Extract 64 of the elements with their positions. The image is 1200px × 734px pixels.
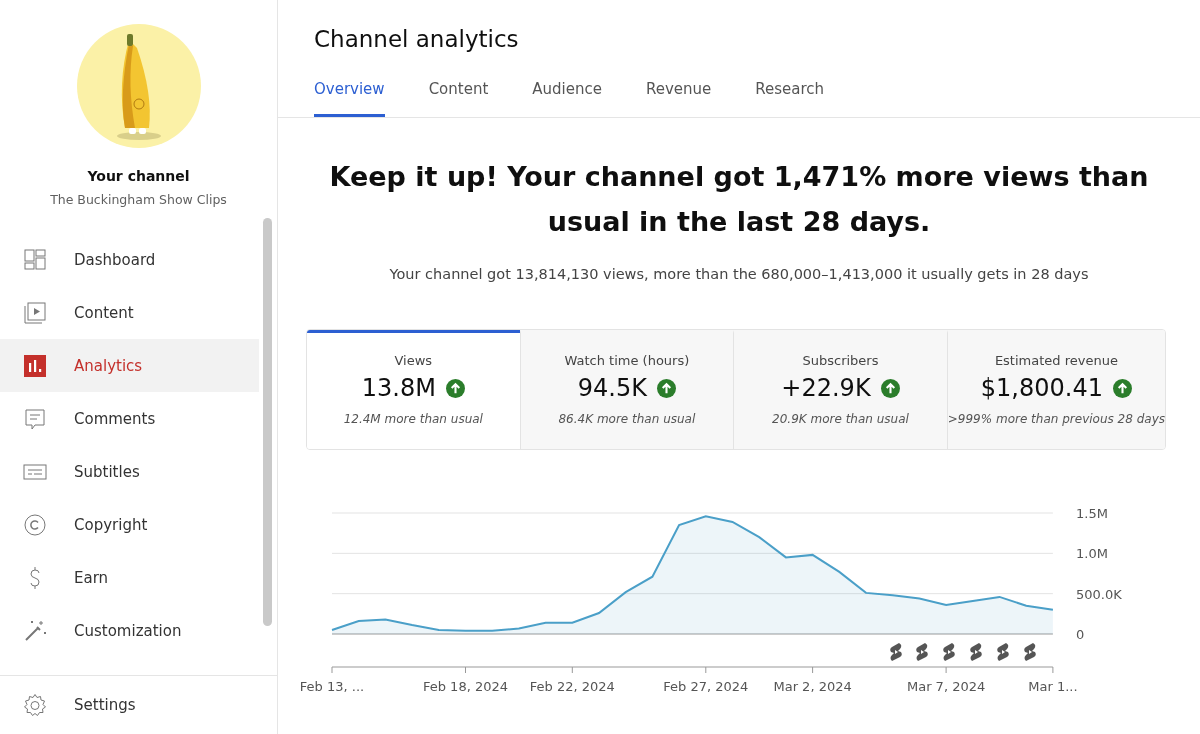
metric-label: Estimated revenue: [994, 353, 1118, 368]
settings-icon: [23, 693, 47, 717]
metric-note: 86.4K more than usual: [558, 412, 696, 426]
sidebar-item[interactable]: Customization: [0, 604, 259, 657]
dashboard-icon: [23, 247, 47, 272]
shorts-icon: [943, 643, 955, 661]
axis-label: Mar 1...: [1028, 679, 1078, 694]
channel-name: The Buckingham Show Clips: [50, 192, 227, 207]
axis-label: Feb 13, ...: [299, 679, 365, 694]
tab[interactable]: Revenue: [645, 80, 712, 117]
metric-note: 20.9K more than usual: [772, 412, 909, 426]
sidebar-item[interactable]: Comments: [0, 392, 259, 445]
tab[interactable]: Content: [428, 80, 489, 117]
shorts-icon: [916, 643, 928, 661]
axis-label: Feb 18, 2024: [423, 679, 508, 694]
metric-value: $1,800.41: [980, 374, 1103, 402]
sidebar-item[interactable]: Earn: [0, 551, 259, 604]
channel-title: Your channel: [87, 168, 190, 184]
metric-card[interactable]: Watch time (hours) 94.5K 86.4K more than usual: [519, 330, 734, 449]
sidebar-item[interactable]: Subtitles: [0, 445, 259, 498]
page-title: Channel analytics: [314, 26, 520, 52]
video-icon: [23, 300, 47, 325]
metric-value: 94.5K: [577, 374, 647, 402]
arrow-up-icon: [1112, 378, 1132, 398]
sidebar-item[interactable]: Analytics: [0, 339, 259, 392]
metric-card[interactable]: Estimated revenue $1,800.41 >999% more than previous 28 days: [946, 330, 1165, 449]
sidebar-item[interactable]: Settings: [0, 678, 136, 732]
metric-value: +22.9K: [781, 374, 871, 402]
tab[interactable]: Audience: [532, 80, 602, 117]
scrollbar[interactable]: [263, 218, 272, 626]
sidebar-item[interactable]: Dashboard: [0, 233, 259, 286]
arrow-up-icon: [657, 378, 676, 398]
axis-label: 500.0K: [1076, 586, 1122, 602]
metric-value: 13.8M: [361, 374, 436, 402]
copyright-icon: [23, 512, 47, 537]
metric-label: Watch time (hours): [564, 353, 690, 368]
tab[interactable]: Research: [755, 80, 825, 117]
shorts-icon: [1024, 643, 1036, 661]
axis-label: Feb 27, 2024: [663, 679, 749, 694]
metric-label: Views: [394, 353, 433, 368]
sidebar-item[interactable]: Content: [0, 286, 259, 339]
comment-icon: [23, 406, 47, 431]
shorts-icon: [997, 643, 1009, 661]
shorts-icon: [970, 643, 982, 661]
axis-label: 0: [1076, 627, 1085, 642]
metric-label: Subscribers: [802, 353, 879, 368]
axis-label: 1.5M: [1076, 506, 1108, 521]
axis-label: Mar 7, 2024: [906, 679, 986, 694]
wand-icon: [23, 618, 47, 643]
metric-note: 12.4M more than usual: [343, 412, 483, 426]
metric-note: >999% more than previous 28 days: [947, 412, 1165, 426]
sidebar-item[interactable]: Copyright: [0, 498, 259, 551]
axis-label: Feb 22, 2024: [529, 679, 615, 694]
metric-card[interactable]: Views 13.8M 12.4M more than usual: [307, 330, 520, 449]
axis-label: 1.0M: [1076, 546, 1108, 562]
summary-text: Your channel got 13,814,130 views, more than the 680,000–1,413,000 it usually gets in 28 days: [388, 266, 1090, 282]
chart-icon: [23, 353, 47, 378]
arrow-up-icon: [880, 378, 900, 398]
shorts-icon: [890, 643, 902, 661]
headline: Keep it up! Your channel got 1,471% more views than usual in the last 28 days.: [328, 160, 1150, 239]
metric-card[interactable]: Subscribers +22.9K 20.9K more than usual: [733, 330, 947, 449]
arrow-up-icon: [445, 378, 465, 398]
tab[interactable]: Overview: [314, 80, 385, 117]
axis-label: Mar 2, 2024: [773, 679, 852, 694]
